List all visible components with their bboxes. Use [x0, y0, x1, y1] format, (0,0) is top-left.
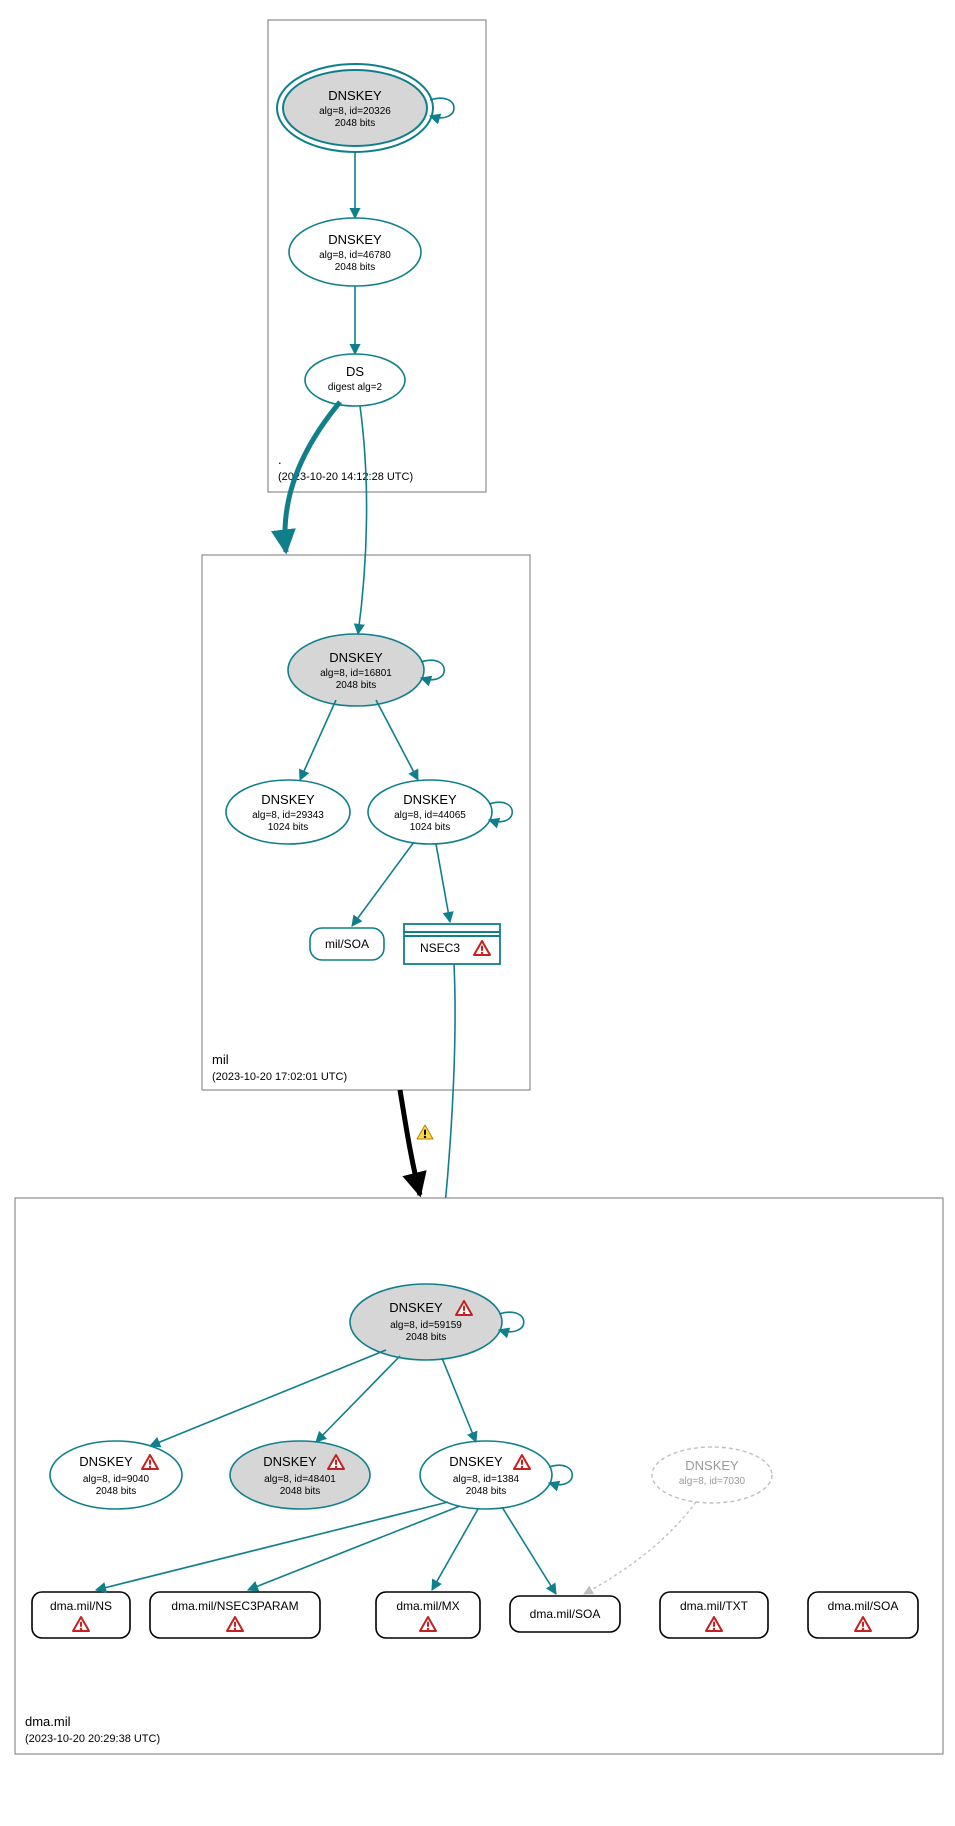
svg-text:2048 bits: 2048 bits	[406, 1332, 447, 1343]
mil-zsk1-node: DNSKEY alg=8, id=29343 1024 bits	[226, 780, 350, 844]
svg-text:DNSKEY: DNSKEY	[328, 232, 382, 247]
svg-text:alg=8, id=44065: alg=8, id=44065	[394, 810, 466, 821]
dma-k1-node: DNSKEY alg=8, id=9040 2048 bits	[50, 1441, 182, 1509]
dma-ksk-node: DNSKEY alg=8, id=59159 2048 bits	[350, 1284, 502, 1360]
svg-text:DNSKEY: DNSKEY	[328, 88, 382, 103]
zone-mil-ts: (2023-10-20 17:02:01 UTC)	[212, 1071, 347, 1083]
svg-text:2048 bits: 2048 bits	[280, 1486, 321, 1497]
svg-text:digest alg=2: digest alg=2	[328, 382, 383, 393]
svg-text:2048 bits: 2048 bits	[335, 262, 376, 273]
svg-text:mil/SOA: mil/SOA	[325, 937, 369, 951]
svg-text:2048 bits: 2048 bits	[96, 1486, 137, 1497]
svg-text:2048 bits: 2048 bits	[466, 1486, 507, 1497]
zone-mil-label: mil	[212, 1052, 229, 1067]
svg-text:DNSKEY: DNSKEY	[263, 1454, 317, 1469]
dma-k3-node: DNSKEY alg=8, id=1384 2048 bits	[420, 1441, 552, 1509]
svg-text:2048 bits: 2048 bits	[336, 680, 377, 691]
svg-text:alg=8, id=59159: alg=8, id=59159	[390, 1320, 462, 1331]
mil-nsec3-node: NSEC3	[404, 924, 500, 964]
dma-soa1-node: dma.mil/SOA	[510, 1596, 620, 1632]
zone-root-label: .	[278, 452, 282, 467]
dma-txt-node: dma.mil/TXT	[660, 1592, 768, 1638]
svg-text:alg=8, id=46780: alg=8, id=46780	[319, 250, 391, 261]
svg-text:NSEC3: NSEC3	[420, 941, 460, 955]
svg-text:DNSKEY: DNSKEY	[449, 1454, 503, 1469]
svg-text:alg=8, id=9040: alg=8, id=9040	[83, 1474, 150, 1485]
dma-k2-node: DNSKEY alg=8, id=48401 2048 bits	[230, 1441, 370, 1509]
svg-text:dma.mil/MX: dma.mil/MX	[396, 1599, 459, 1613]
svg-text:dma.mil/TXT: dma.mil/TXT	[680, 1599, 749, 1613]
warning-icon	[417, 1125, 433, 1139]
dma-k4-node: DNSKEY alg=8, id=7030	[652, 1447, 772, 1503]
root-ds-node: DS digest alg=2	[305, 354, 405, 406]
dma-soa2-node: dma.mil/SOA	[808, 1592, 918, 1638]
svg-text:DNSKEY: DNSKEY	[329, 650, 383, 665]
svg-text:DS: DS	[346, 364, 364, 379]
dma-n3p-node: dma.mil/NSEC3PARAM	[150, 1592, 320, 1638]
svg-text:DNSKEY: DNSKEY	[685, 1458, 739, 1473]
svg-text:1024 bits: 1024 bits	[410, 822, 451, 833]
svg-text:1024 bits: 1024 bits	[268, 822, 309, 833]
svg-text:alg=8, id=16801: alg=8, id=16801	[320, 668, 392, 679]
svg-text:dma.mil/SOA: dma.mil/SOA	[530, 1607, 601, 1621]
mil-ksk-node: DNSKEY alg=8, id=16801 2048 bits	[288, 634, 424, 706]
svg-text:alg=8, id=1384: alg=8, id=1384	[453, 1474, 520, 1485]
edge-mil-to-dma-zone	[400, 1090, 420, 1195]
zone-root: . (2023-10-20 14:12:28 UTC) DNSKEY alg=8…	[268, 20, 486, 492]
zone-dma: dma.mil (2023-10-20 20:29:38 UTC) DNSKEY…	[15, 1198, 943, 1754]
svg-text:alg=8, id=48401: alg=8, id=48401	[264, 1474, 336, 1485]
zone-dma-ts: (2023-10-20 20:29:38 UTC)	[25, 1733, 160, 1745]
zone-mil: mil (2023-10-20 17:02:01 UTC) DNSKEY alg…	[202, 555, 530, 1090]
svg-text:dma.mil/SOA: dma.mil/SOA	[828, 1599, 899, 1613]
mil-zsk2-node: DNSKEY alg=8, id=44065 1024 bits	[368, 780, 492, 844]
svg-text:DNSKEY: DNSKEY	[79, 1454, 133, 1469]
svg-text:dma.mil/NSEC3PARAM: dma.mil/NSEC3PARAM	[171, 1599, 298, 1613]
dnssec-diagram: . (2023-10-20 14:12:28 UTC) DNSKEY alg=8…	[0, 0, 955, 1826]
root-ksk-node: DNSKEY alg=8, id=20326 2048 bits	[277, 64, 433, 152]
zone-dma-label: dma.mil	[25, 1714, 71, 1729]
svg-text:alg=8, id=7030: alg=8, id=7030	[679, 1476, 746, 1487]
svg-text:DNSKEY: DNSKEY	[403, 792, 457, 807]
svg-text:DNSKEY: DNSKEY	[261, 792, 315, 807]
dma-ns-node: dma.mil/NS	[32, 1592, 130, 1638]
dma-mx-node: dma.mil/MX	[376, 1592, 480, 1638]
svg-text:alg=8, id=29343: alg=8, id=29343	[252, 810, 324, 821]
svg-text:2048 bits: 2048 bits	[335, 118, 376, 129]
svg-text:DNSKEY: DNSKEY	[389, 1300, 443, 1315]
mil-soa-node: mil/SOA	[310, 928, 384, 960]
svg-text:alg=8, id=20326: alg=8, id=20326	[319, 106, 391, 117]
svg-text:dma.mil/NS: dma.mil/NS	[50, 1599, 112, 1613]
root-zsk-node: DNSKEY alg=8, id=46780 2048 bits	[289, 218, 421, 286]
